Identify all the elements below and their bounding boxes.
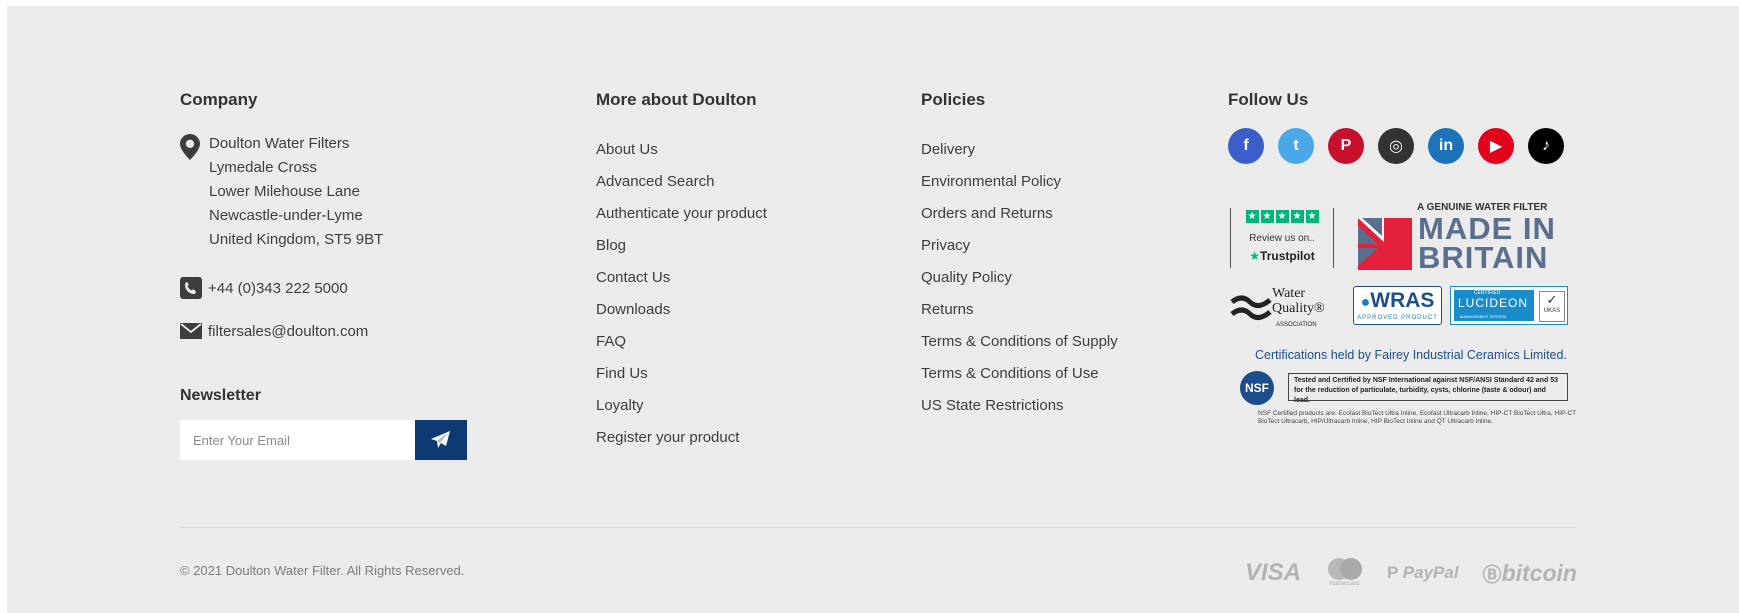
facebook-icon[interactable]: f (1228, 128, 1264, 164)
location-pin-icon (180, 132, 200, 252)
linkedin-icon[interactable]: in (1428, 128, 1464, 164)
policies-links: Delivery Environmental Policy Orders and… (921, 134, 1118, 422)
water-drop-icon: ● (1360, 294, 1371, 311)
address-line: Lymedale Cross (209, 159, 317, 176)
nsf-logo: NSF (1240, 371, 1274, 405)
paypal-icon: P PayPal (1387, 563, 1459, 582)
water-quality-association-badge: Water Quality® ASSOCIATION (1230, 286, 1338, 330)
social-links: f t P ◎ in ▶ ♪ (1228, 128, 1578, 164)
checkmark-icon: ✓ (1546, 292, 1558, 307)
nsf-statement: Tested and Certified by NSF Internationa… (1288, 373, 1568, 404)
lucideon-sub: MANAGEMENT SYSTEM (1460, 314, 1507, 319)
made-in-britain-badge: A GENUINE WATER FILTER MADE IN BRITAIN (1358, 202, 1568, 275)
link-blog[interactable]: Blog (596, 230, 767, 262)
address-block: Doulton Water Filters Lymedale Cross Low… (180, 132, 383, 252)
lucideon-badge: CERTIFIED LUCIDEON MANAGEMENT SYSTEM ✓ UK… (1450, 286, 1568, 325)
star-icon: ★ (1275, 210, 1289, 223)
link-delivery[interactable]: Delivery (921, 134, 1118, 166)
wras-badge: ●WRAS APPROVED PRODUCT (1353, 286, 1442, 325)
policies-heading: Policies (921, 90, 986, 109)
star-icon: ★ (1260, 210, 1274, 223)
wras-logo: ●WRAS (1360, 289, 1435, 312)
mastercard-icon: mastercard (1325, 558, 1363, 588)
union-flag-icon (1358, 218, 1412, 270)
trustpilot-star-icon: ★ (1249, 249, 1261, 263)
pinterest-icon[interactable]: P (1328, 128, 1364, 164)
link-environmental-policy[interactable]: Environmental Policy (921, 166, 1118, 198)
ukas-badge: ✓ UKAS (1539, 291, 1565, 322)
link-about-us[interactable]: About Us (596, 134, 767, 166)
link-terms-supply[interactable]: Terms & Conditions of Supply (921, 326, 1118, 358)
wave-icon (1230, 295, 1272, 320)
footer-divider (180, 527, 1576, 528)
wras-subtitle: APPROVED PRODUCT (1357, 315, 1438, 321)
phone-number[interactable]: +44 (0)343 222 5000 (208, 280, 348, 297)
address-lines: Doulton Water Filters Lymedale Cross Low… (209, 132, 383, 252)
paper-plane-icon (431, 431, 450, 448)
company-column: Company Doulton Water Filters Lymedale C… (180, 90, 510, 460)
address-line: United Kingdom, ST5 9BT (209, 231, 384, 248)
phone-icon (180, 277, 202, 299)
copyright-text: © 2021 Doulton Water Filter. All Rights … (180, 563, 465, 578)
more-about-column: More about Doulton About Us Advanced Sea… (596, 90, 896, 446)
email-row[interactable]: filtersales@doulton.com (180, 320, 368, 342)
lucideon-name: LUCIDEON (1458, 296, 1529, 310)
bitcoin-icon: Ⓑbitcoin (1482, 559, 1577, 586)
link-authenticate-product[interactable]: Authenticate your product (596, 198, 767, 230)
star-icon: ★ (1245, 210, 1259, 223)
tiktok-icon[interactable]: ♪ (1528, 128, 1564, 164)
address-line: Lower Milehouse Lane (209, 183, 360, 200)
newsletter-submit-button[interactable] (415, 420, 467, 460)
link-faq[interactable]: FAQ (596, 326, 767, 358)
link-advanced-search[interactable]: Advanced Search (596, 166, 767, 198)
newsletter-form (180, 420, 467, 460)
wqa-text: Water Quality® (1272, 286, 1325, 316)
star-icon: ★ (1290, 210, 1304, 223)
trustpilot-logo: ★Trustpilot (1249, 249, 1315, 263)
instagram-icon[interactable]: ◎ (1378, 128, 1414, 164)
trustpilot-badge[interactable]: ★ ★ ★ ★ ★ Review us on.. ★Trustpilot (1230, 208, 1334, 268)
newsletter-heading: Newsletter (180, 387, 261, 404)
more-about-links: About Us Advanced Search Authenticate yo… (596, 134, 767, 454)
link-register-product[interactable]: Register your product (596, 422, 767, 454)
email-address[interactable]: filtersales@doulton.com (208, 323, 368, 340)
wqa-association: ASSOCIATION (1276, 322, 1317, 328)
link-quality-policy[interactable]: Quality Policy (921, 262, 1118, 294)
link-privacy[interactable]: Privacy (921, 230, 1118, 262)
link-downloads[interactable]: Downloads (596, 294, 767, 326)
nsf-fine-print: NSF Certified products are: Ecofast BioT… (1258, 410, 1577, 425)
star-icon: ★ (1305, 210, 1319, 223)
more-about-heading: More about Doulton (596, 90, 757, 109)
youtube-icon[interactable]: ▶ (1478, 128, 1514, 164)
company-heading: Company (180, 90, 258, 109)
trustpilot-stars: ★ ★ ★ ★ ★ (1231, 210, 1333, 223)
payment-methods: VISA mastercard P PayPal Ⓑbitcoin (1245, 558, 1577, 588)
policies-column: Policies Delivery Environmental Policy O… (921, 90, 1221, 414)
mib-text: MADE IN BRITAIN (1418, 211, 1556, 275)
link-returns[interactable]: Returns (921, 294, 1118, 326)
link-find-us[interactable]: Find Us (596, 358, 767, 390)
link-loyalty[interactable]: Loyalty (596, 390, 767, 422)
follow-heading: Follow Us (1228, 90, 1309, 109)
follow-column: Follow Us f t P ◎ in ▶ ♪ ★ ★ ★ ★ ★ Review us o… (1228, 90, 1608, 425)
link-orders-returns[interactable]: Orders and Returns (921, 198, 1118, 230)
trustpilot-review-text: Review us on.. (1249, 233, 1315, 244)
newsletter-email-input[interactable] (180, 420, 415, 460)
phone-row[interactable]: +44 (0)343 222 5000 (180, 277, 348, 299)
lucideon-panel: CERTIFIED LUCIDEON MANAGEMENT SYSTEM (1454, 290, 1534, 321)
envelope-icon (180, 320, 202, 342)
address-line: Doulton Water Filters (209, 135, 350, 152)
twitter-icon[interactable]: t (1278, 128, 1314, 164)
certifications-note: Certifications held by Fairey Industrial… (1255, 348, 1567, 362)
link-terms-use[interactable]: Terms & Conditions of Use (921, 358, 1118, 390)
visa-icon: VISA (1245, 559, 1302, 586)
address-line: Newcastle-under-Lyme (209, 207, 363, 224)
link-us-state-restrictions[interactable]: US State Restrictions (921, 390, 1118, 422)
link-contact-us[interactable]: Contact Us (596, 262, 767, 294)
